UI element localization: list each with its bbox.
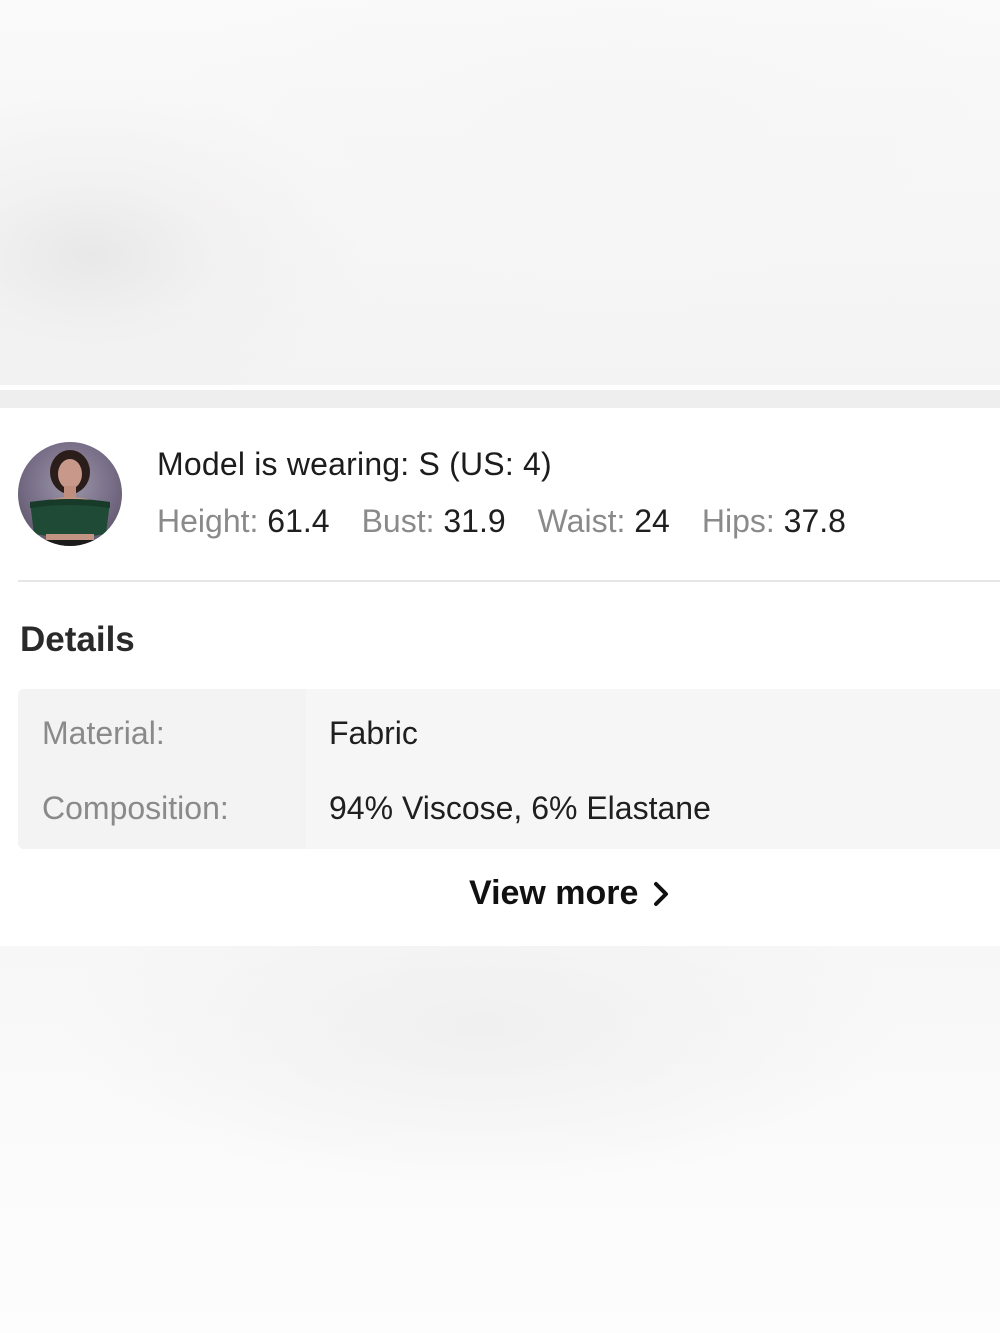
- details-heading: Details: [20, 620, 135, 659]
- measure-height: Height: 61.4: [157, 503, 330, 540]
- measure-label: Bust:: [361, 503, 444, 539]
- attribute-label-composition: Composition:: [42, 790, 229, 826]
- view-more-label: View more: [469, 874, 639, 912]
- measure-value: 37.8: [783, 503, 846, 539]
- attributes-table: Material: Fabric Composition: 94% Viscos…: [18, 689, 1000, 849]
- measure-hips: Hips: 37.8: [702, 503, 846, 540]
- attribute-value-composition: 94% Viscose, 6% Elastane: [329, 790, 711, 826]
- measure-waist: Waist: 24: [538, 503, 670, 540]
- measure-label: Hips:: [701, 503, 784, 539]
- chevron-right-icon: [652, 880, 670, 908]
- attribute-label-material: Material:: [42, 715, 165, 751]
- details-card: Model is wearing: S (US: 4) Height: 61.4…: [0, 408, 1000, 946]
- divider: [18, 580, 1000, 582]
- section-separator: [0, 390, 1000, 408]
- blurred-product-image-area: [0, 0, 1000, 385]
- measure-bust: Bust: 31.9: [362, 503, 506, 540]
- measure-value: 31.9: [443, 503, 506, 539]
- measure-value: 24: [634, 503, 670, 539]
- blurred-bottom-area: [0, 946, 1000, 1333]
- measure-value: 61.4: [267, 503, 330, 539]
- model-measurements: Height: 61.4 Bust: 31.9 Waist: 24 Hips: …: [157, 503, 878, 540]
- attribute-value-material: Fabric: [329, 715, 418, 751]
- model-photo-icon: [18, 442, 122, 546]
- view-more-button[interactable]: View more: [469, 874, 670, 913]
- model-avatar[interactable]: [18, 442, 122, 546]
- product-details-page: Model is wearing: S (US: 4) Height: 61.4…: [0, 0, 1000, 1333]
- model-size-title: Model is wearing: S (US: 4): [157, 446, 552, 482]
- measure-label: Height:: [157, 503, 268, 539]
- measure-label: Waist:: [537, 503, 635, 539]
